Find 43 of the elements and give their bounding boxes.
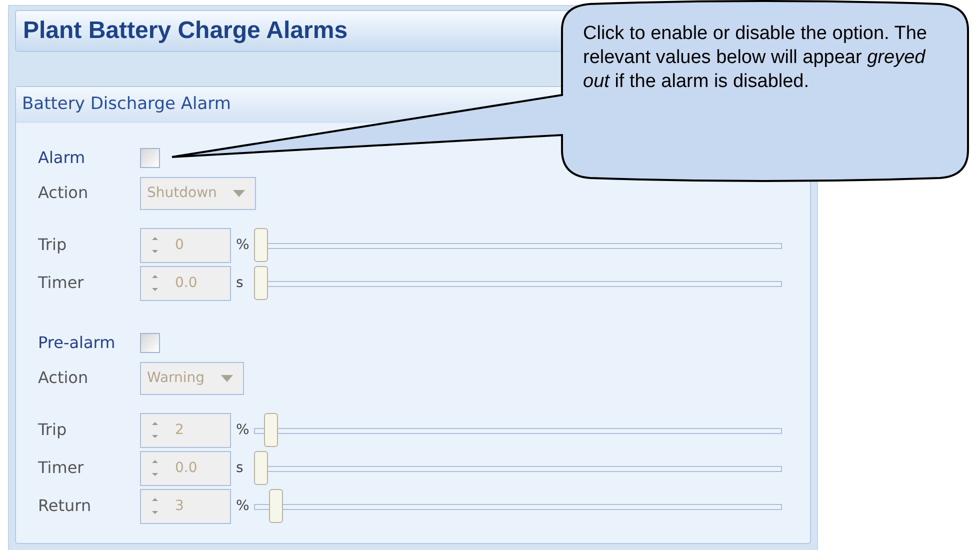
unit-label: s (235, 458, 244, 478)
setting-label: Trip (38, 234, 68, 256)
caret-icon[interactable] (220, 374, 233, 382)
setting-label: Return (38, 495, 92, 517)
action-label: Action (38, 367, 90, 389)
slider-thumb[interactable] (264, 413, 278, 447)
unit-label: % (235, 420, 250, 440)
spinner-arrows-icon[interactable] (151, 458, 159, 478)
group-title: Battery Discharge Alarm (22, 93, 231, 116)
setting-label: Trip (38, 419, 68, 441)
setting-label: Timer (38, 457, 85, 479)
action-label: Action (38, 182, 90, 204)
caret-icon[interactable] (232, 190, 245, 196)
number-field[interactable]: 3 (140, 488, 231, 524)
slider-thumb[interactable] (254, 228, 268, 262)
slider-track[interactable] (254, 488, 782, 524)
action-dropdown[interactable]: Warning (140, 362, 244, 394)
slider-thumb[interactable] (269, 489, 284, 523)
spinner-arrows-icon[interactable] (151, 235, 159, 255)
spinner-arrows-icon[interactable] (151, 420, 159, 440)
slider-track[interactable] (254, 265, 782, 301)
action-dropdown[interactable]: Shutdown (140, 176, 256, 210)
spinner-arrows-icon[interactable] (151, 273, 159, 293)
number-field[interactable]: 0.0 (140, 450, 231, 486)
slider-track[interactable] (254, 412, 782, 448)
slider-track[interactable] (254, 227, 782, 263)
alarm-label: Pre-alarm (38, 332, 116, 354)
unit-label: % (235, 236, 250, 254)
unit-label: s (235, 274, 244, 292)
number-field[interactable]: 0.0 (140, 266, 231, 300)
checkbox[interactable] (140, 333, 160, 353)
alarm-label: Alarm (38, 147, 86, 169)
window-title: Plant Battery Charge Alarms (23, 16, 348, 46)
checkbox[interactable] (140, 148, 160, 168)
number-field[interactable]: 2 (140, 412, 231, 448)
slider-thumb[interactable] (254, 451, 268, 485)
number-field[interactable]: 0 (140, 228, 231, 262)
slider-track[interactable] (254, 450, 782, 486)
spinner-arrows-icon[interactable] (151, 496, 159, 516)
setting-label: Timer (38, 272, 85, 294)
slider-thumb[interactable] (254, 266, 268, 300)
callout-text: Click to enable or disable the option. The relevant values below will appear greyed out if the alarm is disabled. (583, 22, 928, 94)
unit-label: % (235, 496, 250, 516)
